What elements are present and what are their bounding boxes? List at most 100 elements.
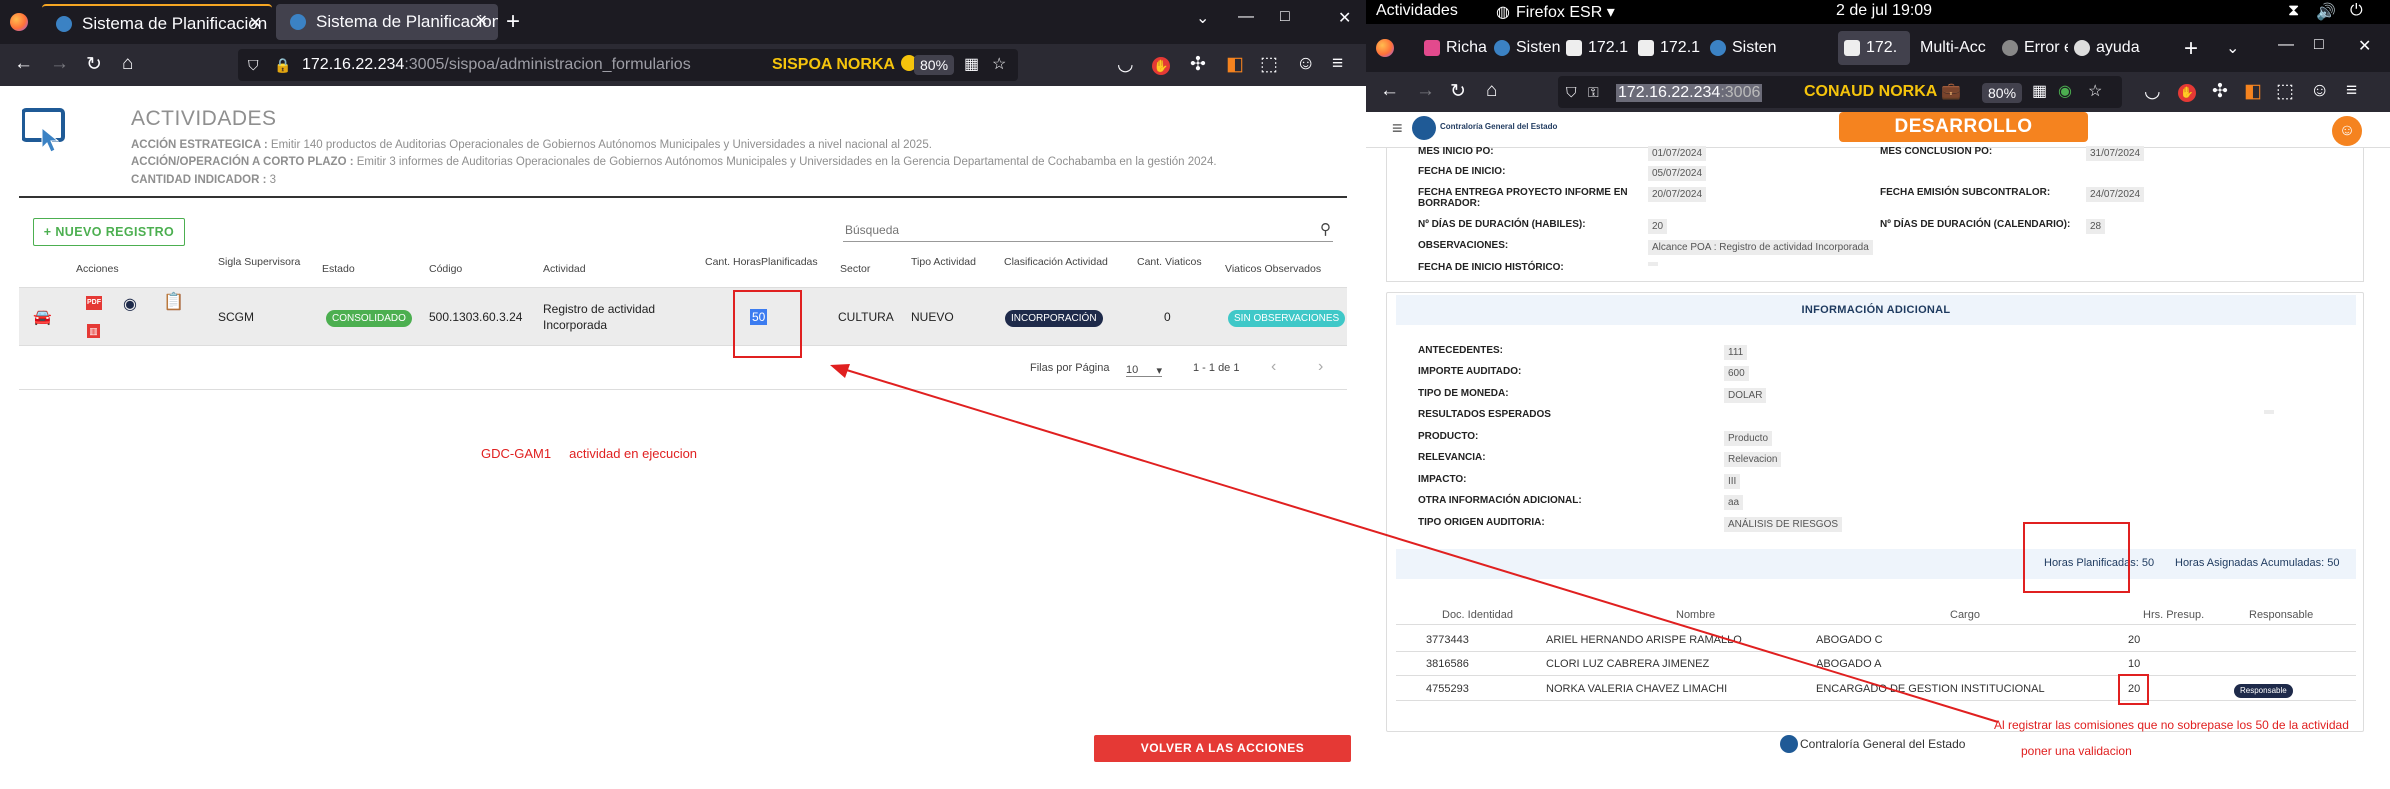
profile-icon[interactable]: ☺ [1296, 53, 1315, 75]
close-tab-icon[interactable]: ✕ [249, 6, 262, 40]
shield-icon[interactable]: ⛉ [248, 49, 259, 81]
forward-icon[interactable]: → [50, 53, 69, 75]
extension-green-icon[interactable]: ◉ [2058, 76, 2072, 108]
cell-sigla: SCGM [218, 310, 254, 324]
new-tab-button[interactable]: + [506, 4, 520, 40]
app-header: ≡ Contraloría General del Estado DESARRO… [1366, 112, 2390, 148]
maximize-icon[interactable]: □ [1280, 8, 1290, 26]
list-tabs-icon[interactable]: ⌄ [1196, 8, 1209, 28]
annotation-box-hours [733, 290, 802, 358]
right-tab-9[interactable]: ayuda [2068, 31, 2142, 65]
extensions-icon[interactable]: ✣ [1190, 53, 1206, 76]
app-menu[interactable]: Firefox ESR ▾ [1516, 2, 1615, 22]
close-tab-icon[interactable]: ✕ [475, 4, 488, 40]
development-button[interactable]: DESARROLLO [1839, 112, 2088, 142]
eye-icon[interactable]: ◉ [123, 294, 137, 314]
forward-icon[interactable]: → [1416, 80, 1435, 102]
maximize-icon[interactable]: □ [2314, 36, 2324, 54]
cell-sector: CULTURA [838, 310, 894, 324]
car-icon[interactable]: 🚘 [33, 308, 52, 326]
search-icon[interactable]: ⚲ [1320, 220, 1331, 238]
new-record-button[interactable]: + NUEVO REGISTRO [33, 218, 185, 246]
grid-icon[interactable]: ▦ [2032, 76, 2047, 108]
activities-logo-icon [22, 108, 65, 153]
info-label: RESULTADOS ESPERADOS [1418, 409, 1551, 420]
minimize-icon[interactable]: — [1238, 8, 1254, 26]
right-tab-4[interactable]: 172.1 [1632, 31, 1704, 65]
back-icon[interactable]: ← [14, 53, 33, 75]
reload-icon[interactable]: ↻ [86, 53, 102, 76]
close-window-icon[interactable]: ✕ [1338, 8, 1351, 28]
right-tab-1[interactable]: Richa [1418, 31, 1488, 65]
home-icon[interactable]: ⌂ [1486, 80, 1497, 102]
zoom-level[interactable]: 80% [1982, 83, 2023, 103]
power-icon[interactable]: ⏻ [2350, 2, 2363, 20]
pocket-icon[interactable]: ◡ [2144, 80, 2161, 103]
left-browser-window: Sistema de Planificacion C ✕ Sistema de … [0, 0, 1366, 782]
left-url-bar[interactable]: ⛉ 🔒 172.16.22.234:3005/sispoa/administra… [238, 49, 1018, 81]
back-icon[interactable]: ← [1380, 80, 1399, 102]
right-tab-2[interactable]: Sisten [1488, 31, 1560, 65]
meta-value: 3 [266, 174, 277, 186]
volume-icon[interactable]: 🔊 [2316, 2, 2336, 22]
zoom-level[interactable]: 80% [914, 55, 955, 75]
right-url-bar[interactable]: ⛉ ⚿ 172.16.22.234:3006 CONAUD NORKA 💼 80… [1558, 76, 2122, 108]
adblock-icon[interactable]: ✋ [2178, 84, 2196, 102]
cell-nombre: CLORI LUZ CABRERA JIMENEZ [1546, 658, 1710, 670]
back-to-strategic-actions-button[interactable]: VOLVER A LAS ACCIONES ESTRATEGICAS [1094, 735, 1351, 782]
activities-button[interactable]: Actividades [1376, 2, 1458, 20]
network-icon[interactable]: ⧗ [2288, 2, 2299, 20]
search-input[interactable] [843, 220, 1303, 240]
firefox-logo-icon [10, 13, 28, 31]
meta-value: Emitir 3 informes de Auditorias Operacio… [353, 156, 1217, 168]
bookmark-star-icon[interactable]: ☆ [2088, 76, 2102, 108]
menu-icon[interactable]: ≡ [2346, 80, 2357, 102]
right-tab-title: ayuda [2096, 39, 2140, 56]
adblock-icon[interactable]: ✋ [1152, 57, 1170, 75]
profile-icon[interactable]: ☺ [2310, 80, 2329, 102]
grid-icon[interactable]: ▦ [964, 49, 979, 81]
briefcase-icon: 💼 [1941, 83, 1962, 100]
rows-per-page-select[interactable]: 10 ▾ [1126, 364, 1162, 377]
minimize-icon[interactable]: — [2278, 36, 2294, 54]
menu-icon[interactable]: ≡ [1332, 53, 1343, 75]
info-label: TIPO ORIGEN AUDITORIA: [1418, 517, 1545, 528]
responsible-badge: Responsable [2234, 684, 2293, 698]
search-box: ⚲ [843, 220, 1333, 242]
triangle-icon [1844, 40, 1860, 56]
extension-icon[interactable]: ◧ [1226, 53, 1244, 76]
left-tab-1[interactable]: Sistema de Planificacion C ✕ [42, 4, 272, 40]
annotation-text-2: poner una validacion [2021, 744, 2132, 758]
extensions-icon[interactable]: ✣ [2212, 80, 2228, 103]
trash-icon[interactable]: ▥ [87, 324, 100, 338]
right-tab-6-active[interactable]: 172. [1838, 31, 1910, 65]
key-icon[interactable]: ⚿ [1588, 76, 1599, 108]
pocket-icon[interactable]: ◡ [1117, 53, 1134, 76]
bookmark-star-icon[interactable]: ☆ [992, 49, 1006, 81]
list-tabs-icon[interactable]: ⌄ [2226, 38, 2239, 58]
pdf-icon[interactable]: PDF [86, 296, 102, 310]
cell-hrs: 20 [2128, 634, 2141, 646]
left-tab-2[interactable]: Sistema de Planificacion C ✕ [276, 4, 498, 40]
left-tab-1-title: Sistema de Planificacion C [82, 14, 272, 33]
cell-nombre: NORKA VALERIA CHAVEZ LIMACHI [1546, 683, 1728, 695]
clock[interactable]: 2 de jul 19:09 [1836, 2, 1932, 20]
puzzle-icon[interactable]: ⬚ [1260, 53, 1278, 76]
extension-icon[interactable]: ◧ [2244, 80, 2262, 103]
clipboard-icon[interactable]: 📋 [163, 292, 184, 312]
close-window-icon[interactable]: ✕ [2358, 36, 2371, 56]
right-tab-3[interactable]: 172.1 [1560, 31, 1632, 65]
shield-icon[interactable]: ⛉ [1566, 76, 1577, 108]
prev-page-icon[interactable]: ‹ [1271, 358, 1276, 376]
home-icon[interactable]: ⌂ [122, 53, 133, 75]
right-tab-8[interactable]: Error e [1996, 31, 2068, 65]
new-tab-button[interactable]: + [2184, 31, 2198, 67]
reload-icon[interactable]: ↻ [1450, 80, 1466, 103]
right-tab-5[interactable]: Sisten [1704, 31, 1776, 65]
puzzle-icon[interactable]: ⬚ [2276, 80, 2294, 103]
right-tab-7[interactable]: Multi-Acc [1912, 31, 1990, 65]
hamburger-icon[interactable]: ≡ [1392, 118, 1403, 139]
user-avatar-icon[interactable]: ☺ [2332, 116, 2362, 146]
next-page-icon[interactable]: › [1318, 358, 1323, 376]
lock-icon[interactable]: 🔒 [274, 49, 291, 81]
